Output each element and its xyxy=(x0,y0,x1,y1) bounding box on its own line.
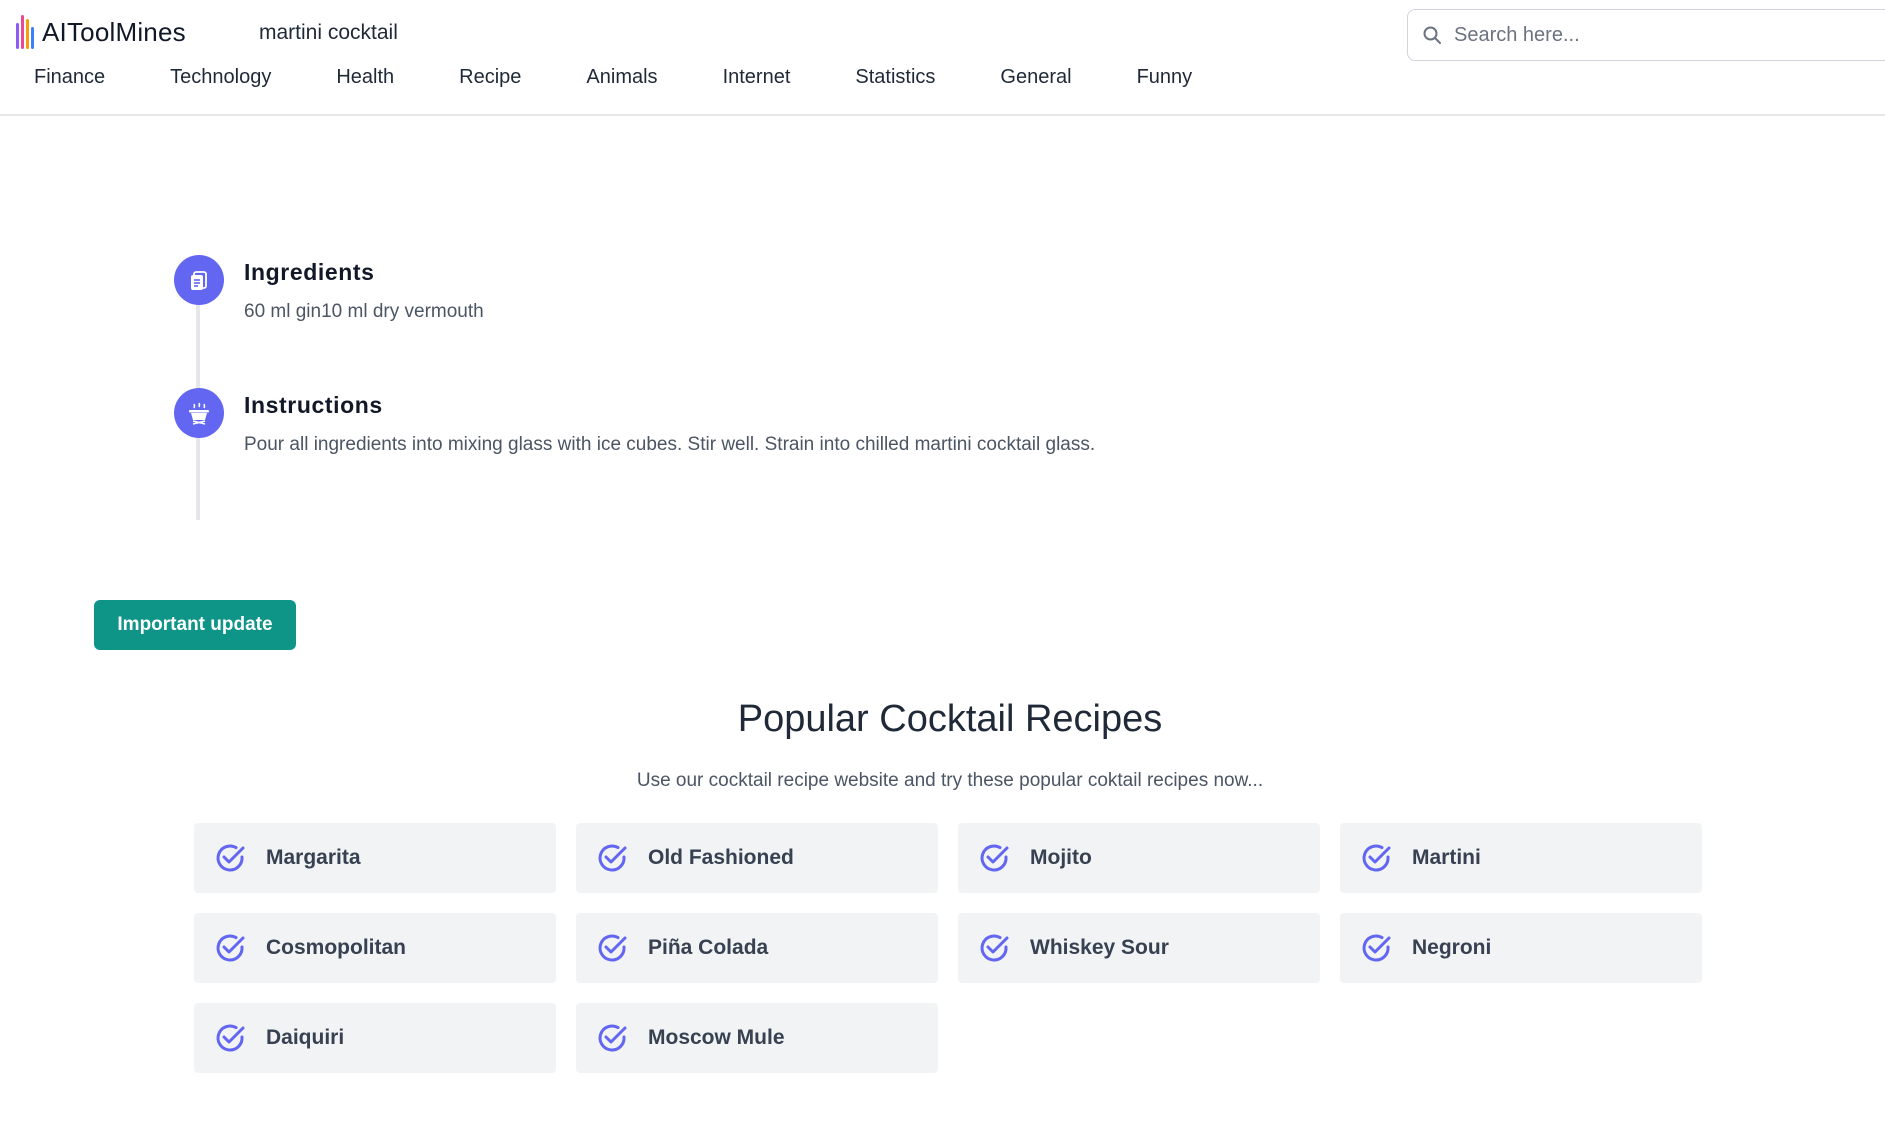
nav-statistics[interactable]: Statistics xyxy=(855,66,935,96)
recipe-name: Piña Colada xyxy=(648,936,769,959)
section-title: Popular Cocktail Recipes xyxy=(737,698,1163,740)
recipe-card[interactable]: Negroni xyxy=(1340,913,1702,983)
site-logo[interactable]: AIToolMines xyxy=(16,14,186,50)
recipe-name: Margarita xyxy=(266,846,361,869)
step-text: 60 ml gin10 ml dry vermouth xyxy=(244,301,484,322)
nav-finance[interactable]: Finance xyxy=(34,66,105,96)
page-title: martini cocktail xyxy=(259,21,398,44)
check-badge-icon xyxy=(598,844,627,872)
check-badge-icon xyxy=(216,1024,245,1052)
check-badge-icon xyxy=(598,1024,627,1052)
check-badge-icon xyxy=(980,844,1009,872)
recipe-name: Daiquiri xyxy=(266,1026,345,1049)
logo-bars-icon xyxy=(16,15,34,49)
nav-health[interactable]: Health xyxy=(336,66,394,96)
check-badge-icon xyxy=(598,934,627,962)
recipe-card[interactable]: Margarita xyxy=(194,823,556,893)
search-icon xyxy=(1423,26,1441,44)
recipe-name: Cosmopolitan xyxy=(266,936,406,959)
search-box[interactable] xyxy=(1407,9,1885,61)
cooking-pot-icon xyxy=(174,388,224,438)
check-badge-icon xyxy=(1362,844,1391,872)
recipe-name: Moscow Mule xyxy=(648,1026,785,1049)
step-title: Ingredients xyxy=(244,259,375,285)
clipboard-icon xyxy=(174,255,224,305)
check-badge-icon xyxy=(980,934,1009,962)
logo-text: AIToolMines xyxy=(42,16,186,47)
nav-technology[interactable]: Technology xyxy=(170,66,271,96)
nav-animals[interactable]: Animals xyxy=(586,66,657,96)
recipe-card[interactable]: Moscow Mule xyxy=(576,1003,938,1073)
recipe-card[interactable]: Piña Colada xyxy=(576,913,938,983)
recipe-card[interactable]: Cosmopolitan xyxy=(194,913,556,983)
step-title: Instructions xyxy=(244,392,383,418)
recipe-name: Negroni xyxy=(1412,936,1492,959)
nav-general[interactable]: General xyxy=(1000,66,1071,96)
recipe-name: Mojito xyxy=(1030,846,1092,869)
nav-recipe[interactable]: Recipe xyxy=(459,66,521,96)
recipe-card[interactable]: Martini xyxy=(1340,823,1702,893)
recipe-name: Whiskey Sour xyxy=(1030,936,1169,959)
search-input[interactable] xyxy=(1454,23,1854,47)
recipe-card[interactable]: Old Fashioned xyxy=(576,823,938,893)
recipe-card[interactable]: Whiskey Sour xyxy=(958,913,1320,983)
recipe-name: Old Fashioned xyxy=(648,846,794,869)
check-badge-icon xyxy=(216,934,245,962)
important-update-button[interactable]: Important update xyxy=(94,600,296,650)
nav-funny[interactable]: Funny xyxy=(1137,66,1193,96)
section-subtitle: Use our cocktail recipe website and try … xyxy=(636,770,1264,791)
recipe-card[interactable]: Daiquiri xyxy=(194,1003,556,1073)
recipe-name: Martini xyxy=(1412,846,1481,869)
step-text: Pour all ingredients into mixing glass w… xyxy=(244,434,1096,455)
recipe-timeline: Ingredients 60 ml gin10 ml dry vermouth … xyxy=(174,255,1374,520)
main-nav: Finance Technology Health Recipe Animals… xyxy=(34,66,1257,96)
nav-internet[interactable]: Internet xyxy=(723,66,791,96)
popular-recipes-grid: Margarita Old Fashioned Mojito Martini C… xyxy=(194,823,1704,1073)
check-badge-icon xyxy=(1362,934,1391,962)
site-header: AIToolMines martini cocktail Finance Tec… xyxy=(0,0,1885,116)
recipe-card[interactable]: Mojito xyxy=(958,823,1320,893)
check-badge-icon xyxy=(216,844,245,872)
